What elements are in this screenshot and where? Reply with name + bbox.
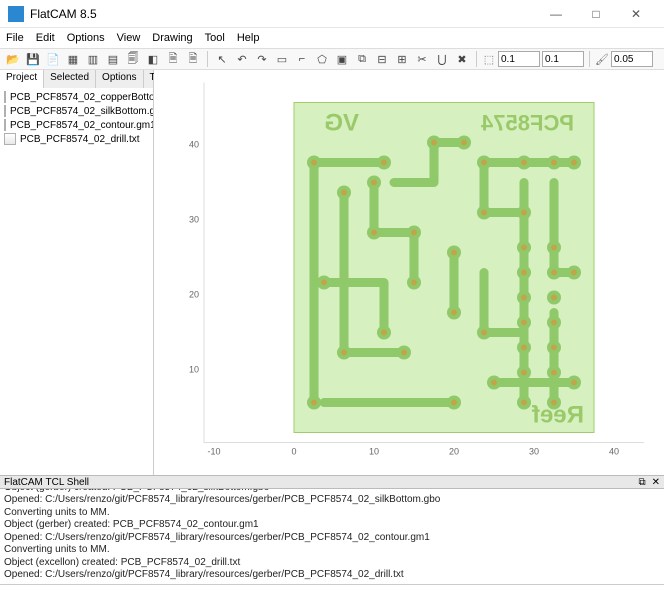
undo-icon[interactable]: ↶: [233, 50, 251, 68]
xtick: 20: [449, 447, 459, 457]
shell-line: Object (gerber) created: PCB_PCF8574_02_…: [4, 519, 660, 532]
shell-line: Converting units to MM.: [4, 544, 660, 557]
union-icon[interactable]: ⋃: [433, 50, 451, 68]
pcb-canvas: 10 20 30 40 -10 0 10 20 30 40 VG PCF8574…: [154, 70, 664, 475]
save-icon[interactable]: 💾: [24, 50, 42, 68]
menu-view[interactable]: View: [117, 32, 141, 44]
shell-input-row: [0, 584, 664, 600]
snap-input[interactable]: [611, 51, 653, 67]
page1-icon[interactable]: 🗎: [164, 50, 182, 68]
xtick: 30: [529, 447, 539, 457]
project-item-label: PCB_PCF8574_02_drill.txt: [20, 134, 140, 145]
canvas-area[interactable]: 10 20 30 40 -10 0 10 20 30 40 VG PCF8574…: [154, 70, 664, 475]
menu-file[interactable]: File: [6, 32, 24, 44]
menu-help[interactable]: Help: [237, 32, 260, 44]
project-item[interactable]: PCB_PCF8574_02_silkBottom.gbo: [2, 104, 151, 118]
shell-input[interactable]: [0, 585, 664, 600]
window-title: FlatCAM 8.5: [30, 7, 536, 21]
shell-close-icon[interactable]: ✕: [652, 477, 660, 488]
toolbar-separator: [476, 51, 477, 67]
close-button[interactable]: ✕: [616, 7, 656, 21]
shell-line: Object (excellon) created: PCB_PCF8574_0…: [4, 557, 660, 570]
shell-line: Opened: C:/Users/renzo/git/PCF8574_libra…: [4, 532, 660, 545]
shell-output[interactable]: Converting units to MM.Object (gerber) c…: [0, 489, 664, 584]
grid-x-spinbox[interactable]: ⬚: [482, 51, 540, 67]
shell-line: Opened: C:/Users/renzo/git/PCF8574_libra…: [4, 494, 660, 507]
grid-icon[interactable]: ▥: [84, 50, 102, 68]
titlebar: FlatCAM 8.5 — □ ✕: [0, 0, 664, 28]
project-item-label: PCB_PCF8574_02_copperBottom.gbl: [10, 92, 153, 103]
shell-title: FlatCAM TCL Shell: [4, 477, 638, 488]
grid-icon-small: ⬚: [482, 52, 496, 66]
main-area: Project Selected Options Tool PCB_PCF857…: [0, 70, 664, 475]
conn-icon[interactable]: ⌐: [293, 50, 311, 68]
grid-y-input[interactable]: [542, 51, 584, 67]
grid2-icon[interactable]: ▤: [104, 50, 122, 68]
silk-text-pcf: PCF8574: [480, 111, 574, 136]
project-item-label: PCB_PCF8574_02_contour.gm1: [10, 120, 153, 131]
maximize-button[interactable]: □: [576, 7, 616, 21]
file-icon: [4, 119, 6, 131]
grid-y-spinbox[interactable]: [542, 51, 584, 67]
file-icon: [4, 133, 16, 145]
silk-text-vg: VG: [324, 110, 359, 137]
eraser-icon[interactable]: ◧: [144, 50, 162, 68]
menubar: File Edit Options View Drawing Tool Help: [0, 28, 664, 48]
xtick: 40: [609, 447, 619, 457]
group-icon[interactable]: ⧉: [353, 50, 371, 68]
rect-icon[interactable]: ▭: [273, 50, 291, 68]
project-item[interactable]: PCB_PCF8574_02_drill.txt: [2, 132, 151, 146]
delete-icon[interactable]: ✖: [453, 50, 471, 68]
toolbar: 📂 💾 📄 ▦ ▥ ▤ 🗐 ◧ 🗎 🗎 ↖ ↶ ↷ ▭ ⌐ ⬠ ▣ ⧉ ⊟ ⊞ …: [0, 48, 664, 70]
break-icon[interactable]: ⊟: [373, 50, 391, 68]
project-item[interactable]: PCB_PCF8574_02_copperBottom.gbl: [2, 90, 151, 104]
app-icon: [8, 6, 24, 22]
shell-line: Opened: C:/Users/renzo/git/PCF8574_libra…: [4, 569, 660, 582]
file-icon: [4, 105, 6, 117]
layers-icon[interactable]: 🗐: [124, 50, 142, 68]
shell-undock-icon[interactable]: ⧉: [638, 477, 645, 488]
xtick: -10: [207, 447, 220, 457]
toolbar-separator: [207, 51, 208, 67]
file-icon: [4, 91, 6, 103]
doc-icon[interactable]: 📄: [44, 50, 62, 68]
toolbar-separator: [589, 51, 590, 67]
open-icon[interactable]: 📂: [4, 50, 22, 68]
select-icon[interactable]: ▣: [333, 50, 351, 68]
sidebar-tabs: Project Selected Options Tool: [0, 70, 153, 88]
arrow-icon[interactable]: ↖: [213, 50, 231, 68]
sheet-icon[interactable]: ▦: [64, 50, 82, 68]
page2-icon[interactable]: 🗎: [184, 50, 202, 68]
redo-icon[interactable]: ↷: [253, 50, 271, 68]
sidebar: Project Selected Options Tool PCB_PCF857…: [0, 70, 154, 475]
menu-options[interactable]: Options: [67, 32, 105, 44]
shell-header: FlatCAM TCL Shell ⧉ ✕: [0, 475, 664, 489]
menu-edit[interactable]: Edit: [36, 32, 55, 44]
tab-options[interactable]: Options: [96, 70, 143, 88]
ytick: 30: [189, 215, 199, 225]
xtick: 0: [291, 447, 296, 457]
ytick: 40: [189, 140, 199, 150]
minimize-button[interactable]: —: [536, 7, 576, 21]
xtick: 10: [369, 447, 379, 457]
ytick: 10: [189, 365, 199, 375]
grid-x-input[interactable]: [498, 51, 540, 67]
menu-tool[interactable]: Tool: [205, 32, 225, 44]
poly-icon[interactable]: ⬠: [313, 50, 331, 68]
join-icon[interactable]: ⊞: [393, 50, 411, 68]
menu-drawing[interactable]: Drawing: [152, 32, 192, 44]
project-item-label: PCB_PCF8574_02_silkBottom.gbo: [10, 106, 153, 117]
project-item[interactable]: PCB_PCF8574_02_contour.gm1: [2, 118, 151, 132]
tab-project[interactable]: Project: [0, 70, 44, 88]
ytick: 20: [189, 290, 199, 300]
snap-icon: 🖌: [595, 52, 609, 66]
shell-line: Converting units to MM.: [4, 507, 660, 520]
project-list: PCB_PCF8574_02_copperBottom.gbl PCB_PCF8…: [0, 88, 153, 475]
tab-selected[interactable]: Selected: [44, 70, 96, 88]
cut-icon[interactable]: ✂: [413, 50, 431, 68]
snap-spinbox[interactable]: 🖌: [595, 51, 653, 67]
